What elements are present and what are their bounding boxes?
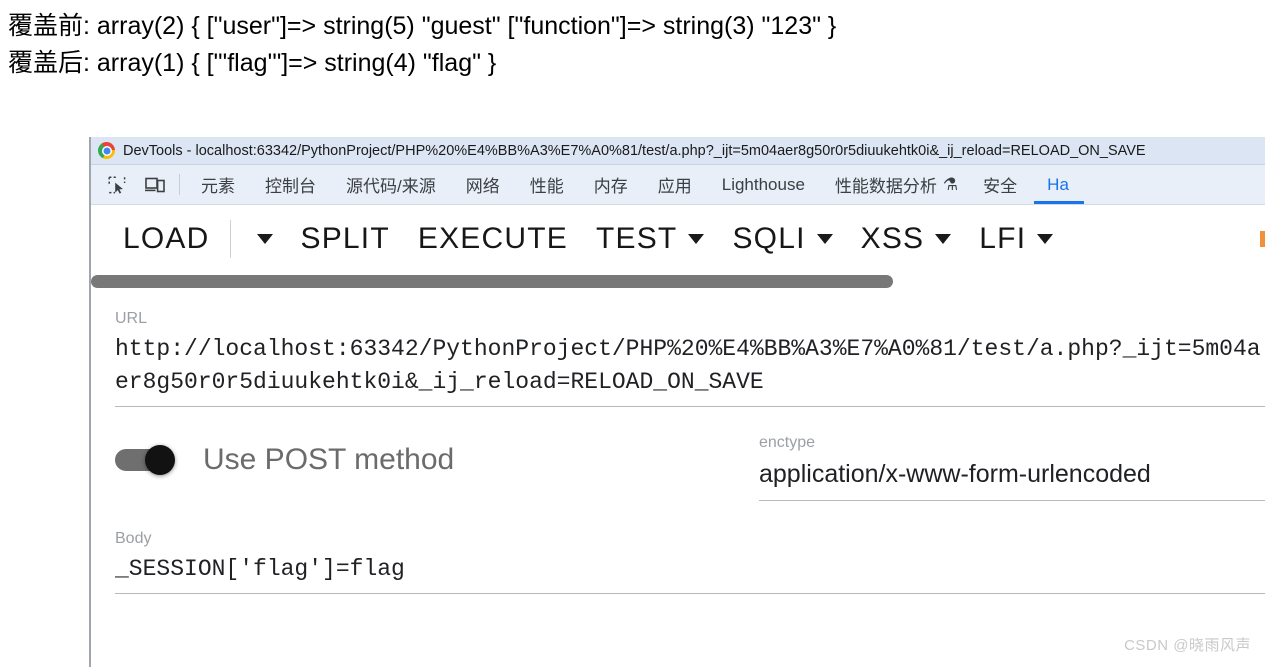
execute-button-label: EXECUTE bbox=[417, 222, 568, 255]
tab-lighthouse[interactable]: Lighthouse bbox=[707, 165, 820, 204]
tab-label: 网络 bbox=[465, 177, 500, 196]
tab-application[interactable]: 应用 bbox=[643, 165, 707, 204]
inspect-element-icon[interactable] bbox=[103, 171, 131, 199]
chevron-down-icon bbox=[688, 234, 705, 244]
use-post-method-toggle[interactable] bbox=[115, 445, 181, 475]
chrome-logo-icon bbox=[98, 142, 115, 159]
toolbar-divider bbox=[179, 174, 180, 195]
enctype-label: enctype bbox=[759, 434, 816, 451]
load-divider bbox=[229, 220, 231, 258]
test-menu-button[interactable]: TEST bbox=[582, 222, 718, 256]
test-button-label: TEST bbox=[595, 222, 678, 255]
method-and-enctype-row: Use POST method enctype application/x-ww… bbox=[91, 433, 1265, 501]
toggle-knob bbox=[145, 445, 175, 475]
hackbar-form: URL http://localhost:63342/PythonProject… bbox=[91, 291, 1265, 594]
load-button[interactable]: LOAD bbox=[109, 222, 224, 256]
execute-button[interactable]: EXECUTE bbox=[404, 222, 582, 256]
split-button[interactable]: SPLIT bbox=[287, 222, 404, 256]
devtools-tab-list: 元素 控制台 源代码/来源 网络 性能 内存 应用 Lighthouse 性能数… bbox=[186, 165, 1265, 204]
tab-label: 安全 bbox=[983, 177, 1018, 196]
devtools-tabstrip: 元素 控制台 源代码/来源 网络 性能 内存 应用 Lighthouse 性能数… bbox=[91, 165, 1265, 205]
url-field-block: URL http://localhost:63342/PythonProject… bbox=[91, 309, 1265, 407]
tab-label: 应用 bbox=[657, 177, 692, 196]
tab-label: 性能 bbox=[529, 177, 564, 196]
body-field-block: Body _SESSION['flag']=flag bbox=[91, 529, 1265, 594]
chevron-down-icon bbox=[256, 234, 273, 244]
chevron-down-icon bbox=[935, 234, 952, 244]
use-post-method-label: Use POST method bbox=[203, 443, 455, 476]
load-button-label: LOAD bbox=[123, 222, 210, 255]
lfi-button-label: LFI bbox=[979, 222, 1027, 255]
lfi-menu-button[interactable]: LFI bbox=[965, 222, 1067, 256]
enctype-underline bbox=[759, 500, 1265, 501]
tab-console[interactable]: 控制台 bbox=[250, 165, 331, 204]
post-method-group: Use POST method bbox=[91, 433, 759, 477]
tab-label: 性能数据分析 bbox=[834, 177, 937, 196]
body-input[interactable]: _SESSION['flag']=flag bbox=[115, 549, 1265, 586]
sqli-button-label: SQLI bbox=[732, 222, 806, 255]
chevron-down-icon bbox=[1037, 234, 1054, 244]
tab-memory[interactable]: 内存 bbox=[579, 165, 643, 204]
flask-icon: ⚗ bbox=[942, 174, 959, 194]
php-output-area: 覆盖前: array(2) { ["user"]=> string(5) "gu… bbox=[8, 8, 1258, 82]
scrollbar-thumb[interactable] bbox=[91, 275, 893, 288]
url-underline bbox=[115, 406, 1265, 407]
tab-label: Ha bbox=[1047, 174, 1069, 194]
hackbar-toolbar: LOAD SPLIT EXECUTE TEST SQLI XSS LFI bbox=[91, 205, 1265, 273]
tab-label: 元素 bbox=[201, 177, 235, 196]
tab-label: 控制台 bbox=[265, 177, 316, 196]
body-label: Body bbox=[115, 530, 152, 547]
tab-network[interactable]: 网络 bbox=[451, 165, 515, 204]
device-toolbar-icon[interactable] bbox=[141, 171, 169, 199]
tab-hackbar[interactable]: Ha bbox=[1032, 165, 1084, 204]
tab-label: 源代码/来源 bbox=[346, 177, 436, 196]
load-dropdown-button[interactable] bbox=[243, 234, 287, 244]
tab-label: Lighthouse bbox=[721, 174, 805, 194]
xss-menu-button[interactable]: XSS bbox=[847, 222, 966, 256]
tab-sources[interactable]: 源代码/来源 bbox=[331, 165, 451, 204]
tab-elements[interactable]: 元素 bbox=[186, 165, 250, 204]
tab-label: 内存 bbox=[593, 177, 628, 196]
devtools-tool-icons bbox=[91, 165, 175, 204]
php-output-line-before: 覆盖前: array(2) { ["user"]=> string(5) "gu… bbox=[8, 12, 837, 40]
enctype-input[interactable]: application/x-www-form-urlencoded bbox=[759, 453, 1265, 491]
body-underline bbox=[115, 593, 1265, 594]
chevron-down-icon bbox=[816, 234, 833, 244]
devtools-window-title: DevTools - localhost:63342/PythonProject… bbox=[123, 142, 1146, 159]
screenshot-root: 覆盖前: array(2) { ["user"]=> string(5) "gu… bbox=[0, 0, 1265, 667]
tab-performance[interactable]: 性能 bbox=[515, 165, 579, 204]
tab-security[interactable]: 安全 bbox=[968, 165, 1032, 204]
xss-button-label: XSS bbox=[860, 222, 925, 255]
toolbar-overflow-indicator bbox=[1260, 231, 1265, 247]
enctype-field-block: enctype application/x-www-form-urlencode… bbox=[759, 433, 1265, 501]
sqli-menu-button[interactable]: SQLI bbox=[718, 222, 846, 256]
split-button-label: SPLIT bbox=[300, 222, 390, 255]
url-input[interactable]: http://localhost:63342/PythonProject/PHP… bbox=[115, 329, 1265, 399]
csdn-watermark: CSDN @晓雨风声 bbox=[1124, 637, 1251, 654]
tab-performance-insights[interactable]: 性能数据分析 ⚗ bbox=[820, 165, 968, 204]
devtools-window: DevTools - localhost:63342/PythonProject… bbox=[89, 137, 1265, 667]
php-output-line-after: 覆盖后: array(1) { ["'flag'"]=> string(4) "… bbox=[8, 49, 497, 77]
toolbar-horizontal-scrollbar[interactable] bbox=[91, 273, 1265, 291]
devtools-titlebar: DevTools - localhost:63342/PythonProject… bbox=[91, 137, 1265, 165]
url-label: URL bbox=[115, 310, 148, 327]
